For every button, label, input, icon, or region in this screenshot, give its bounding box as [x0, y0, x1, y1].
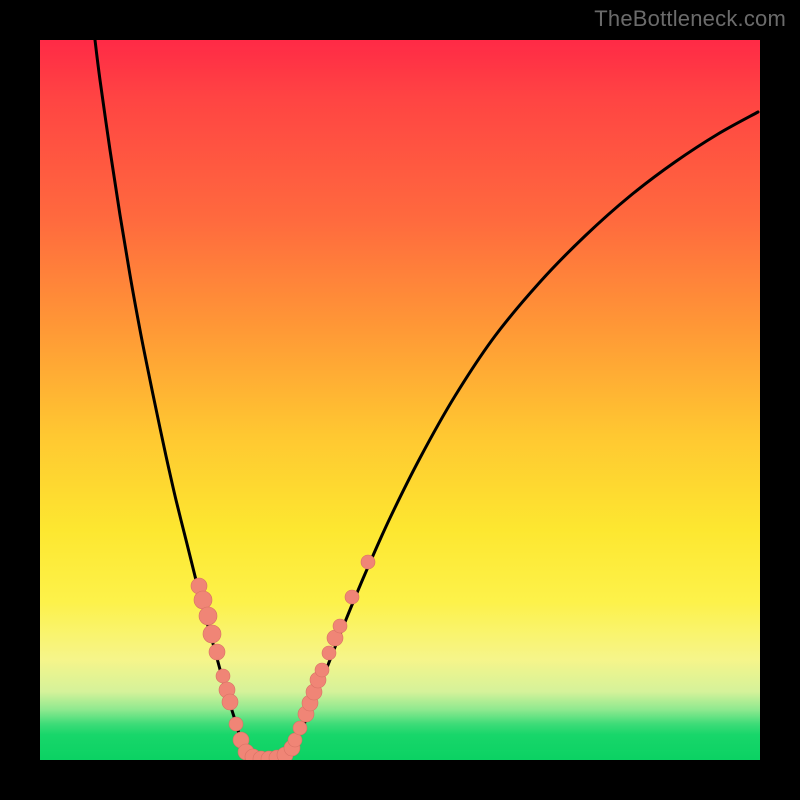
watermark-text: TheBottleneck.com: [594, 6, 786, 32]
data-marker: [345, 590, 359, 604]
data-marker: [209, 644, 225, 660]
data-marker: [199, 607, 217, 625]
data-marker: [203, 625, 221, 643]
data-marker: [216, 669, 230, 683]
data-marker: [333, 619, 347, 633]
data-marker: [222, 694, 238, 710]
chart-frame: TheBottleneck.com: [0, 0, 800, 800]
data-marker: [229, 717, 243, 731]
curve-path: [95, 40, 758, 759]
data-marker: [293, 721, 307, 735]
data-marker: [322, 646, 336, 660]
chart-svg: [40, 40, 760, 760]
data-markers: [191, 555, 375, 760]
plot-area: [40, 40, 760, 760]
data-marker: [361, 555, 375, 569]
bottleneck-curve: [95, 40, 758, 759]
data-marker: [315, 663, 329, 677]
data-marker: [194, 591, 212, 609]
